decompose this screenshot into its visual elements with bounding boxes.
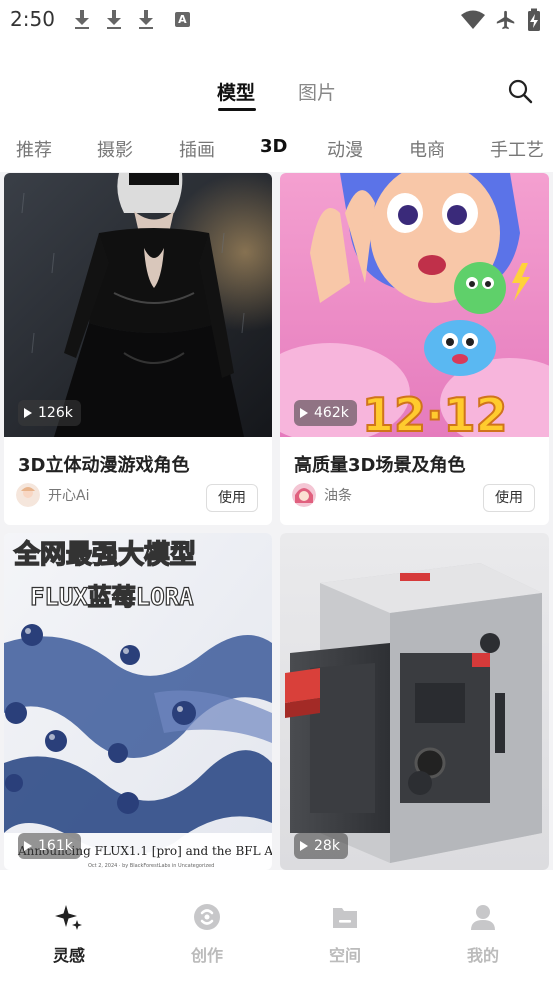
- category-photography[interactable]: 摄影: [97, 136, 133, 162]
- card-title: 高质量3D场景及角色: [294, 455, 466, 476]
- search-icon[interactable]: [507, 78, 533, 104]
- download-icon: [137, 9, 155, 29]
- card-image[interactable]: [4, 173, 272, 437]
- tab-models[interactable]: 模型: [217, 78, 255, 105]
- active-tab-indicator: [218, 108, 256, 111]
- author: 开心Ai: [16, 483, 89, 507]
- play-icon: [300, 408, 308, 418]
- nav-create[interactable]: 创作: [177, 902, 237, 966]
- view-count-badge: 462k: [294, 400, 357, 426]
- play-icon: [300, 841, 308, 851]
- card-image[interactable]: 12·12: [280, 173, 549, 437]
- battery-charging-icon: [528, 8, 540, 31]
- status-bar: 2:50 A: [0, 0, 553, 38]
- sparkle-icon: [55, 905, 82, 930]
- category-illustration[interactable]: 插画: [179, 136, 215, 162]
- use-button[interactable]: 使用: [483, 484, 535, 512]
- nav-space[interactable]: 空间: [315, 902, 375, 966]
- model-card[interactable]: 126k 3D立体动漫游戏角色 开心Ai 使用: [4, 173, 272, 525]
- bottom-nav: 灵感 创作 空间 我的: [0, 870, 553, 983]
- model-card[interactable]: 28k: [280, 533, 549, 870]
- model-card[interactable]: 全网最强大模型 FLUX蓝莓LORA Announcing FLUX1.1 [p…: [4, 533, 272, 870]
- play-icon: [24, 841, 32, 851]
- image-subheadline: FLUX蓝莓LORA: [30, 583, 194, 611]
- model-card[interactable]: 12·12 462k 高质量3D场景及角色 油条 使用: [280, 173, 549, 525]
- category-crafts[interactable]: 手工艺: [490, 136, 544, 162]
- image-headline: 全网最强大模型: [13, 539, 196, 570]
- header: 模型 图片: [0, 38, 553, 120]
- view-count-badge: 28k: [294, 833, 348, 859]
- view-count: 28k: [314, 838, 340, 854]
- view-count: 161k: [38, 838, 73, 854]
- use-button[interactable]: 使用: [206, 484, 258, 512]
- author-name[interactable]: 开心Ai: [48, 485, 89, 505]
- avatar: [16, 483, 40, 507]
- author: 油条: [292, 483, 352, 507]
- category-ecommerce[interactable]: 电商: [409, 136, 445, 162]
- view-count-badge: 161k: [18, 833, 81, 859]
- nav-label: 我的: [466, 946, 499, 965]
- nav-label: 空间: [328, 946, 361, 965]
- nav-inspiration[interactable]: 灵感: [39, 902, 99, 966]
- airplane-icon: [496, 10, 515, 30]
- category-anime[interactable]: 动漫: [327, 136, 363, 162]
- create-icon: [194, 904, 220, 930]
- image-subcaption: Oct 2, 2024 · by BlackForestLabs in Unca…: [88, 863, 214, 869]
- download-icon: [105, 9, 123, 29]
- nav-profile[interactable]: 我的: [453, 902, 513, 966]
- view-count: 462k: [314, 405, 349, 421]
- profile-icon: [471, 905, 495, 930]
- card-image[interactable]: [280, 533, 549, 870]
- nav-label: 灵感: [52, 946, 85, 965]
- wifi-icon: [461, 10, 485, 29]
- system-icons: [461, 8, 541, 32]
- notification-icons: A: [73, 9, 190, 29]
- category-3d[interactable]: 3D: [260, 136, 287, 157]
- folder-icon: [333, 908, 357, 928]
- category-bar: 推荐 摄影 插画 3D 动漫 电商 手工艺: [0, 120, 553, 172]
- author-name[interactable]: 油条: [324, 485, 352, 505]
- nav-label: 创作: [190, 946, 223, 965]
- status-time: 2:50: [10, 7, 55, 31]
- a-icon: A: [174, 11, 190, 27]
- category-recommended[interactable]: 推荐: [16, 136, 52, 162]
- avatar: [292, 483, 316, 507]
- view-count: 126k: [38, 405, 73, 421]
- card-title: 3D立体动漫游戏角色: [18, 455, 190, 476]
- poster-text: 12·12: [362, 388, 508, 437]
- play-icon: [24, 408, 32, 418]
- download-icon: [73, 9, 91, 29]
- view-count-badge: 126k: [18, 400, 81, 426]
- card-image[interactable]: 全网最强大模型 FLUX蓝莓LORA Announcing FLUX1.1 [p…: [4, 533, 272, 870]
- tab-images[interactable]: 图片: [298, 78, 336, 105]
